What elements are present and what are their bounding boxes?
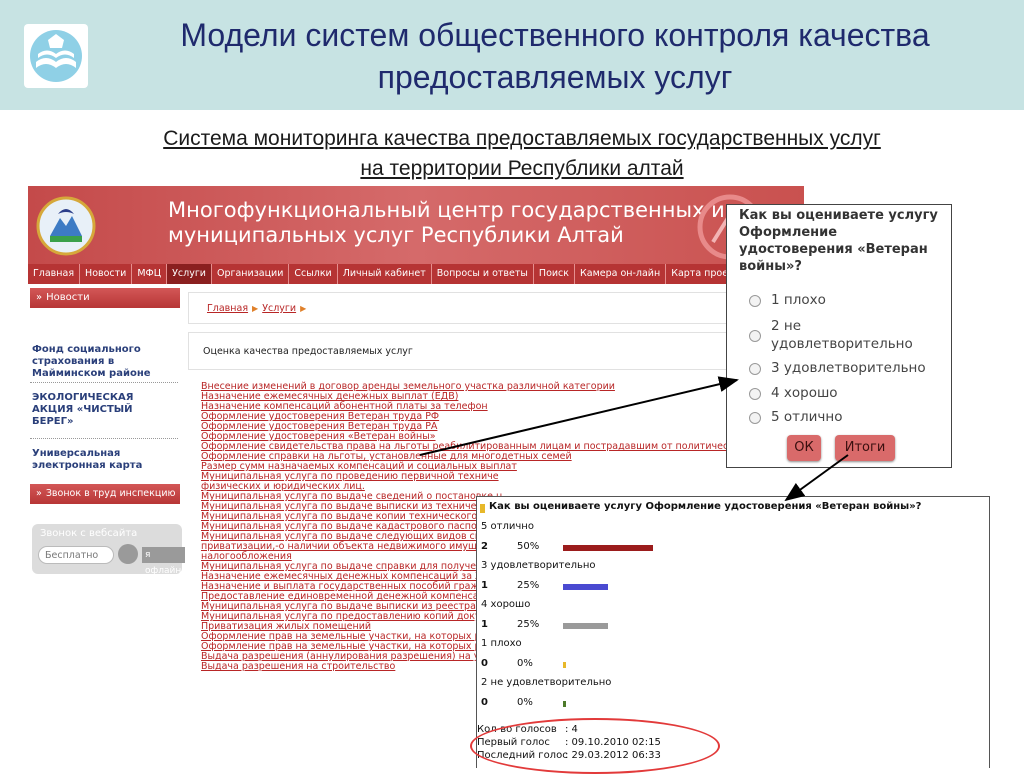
callout-arrows: [419, 376, 849, 502]
arrow-to-poll: [419, 376, 739, 456]
arrow-to-results: [784, 454, 849, 502]
